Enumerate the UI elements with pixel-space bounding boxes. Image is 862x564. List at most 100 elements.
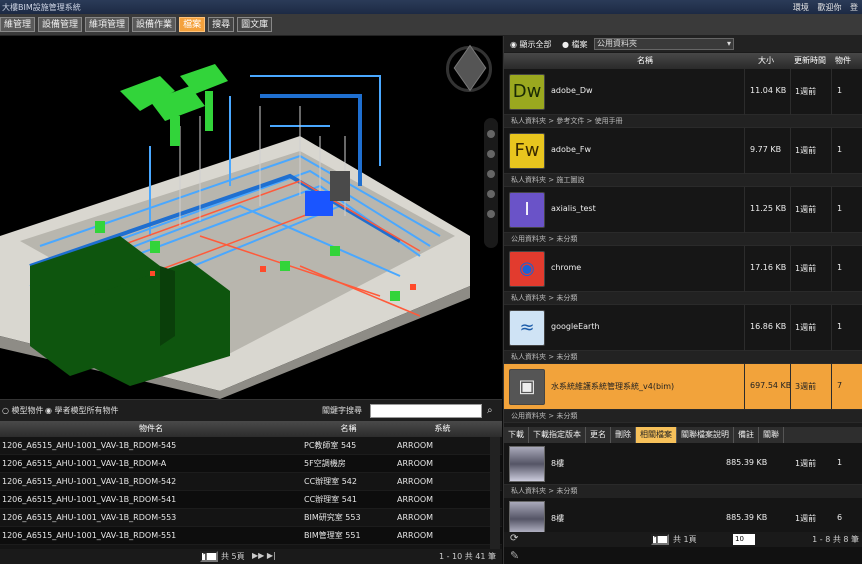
navigation-bar[interactable] xyxy=(484,118,498,248)
file-count: 1 xyxy=(837,204,843,213)
opt-all-objects[interactable]: ◉ 學者模型所有物件 xyxy=(45,405,119,416)
menu-item-2[interactable]: 維項管理 xyxy=(85,17,130,32)
file-type-icon: ▣ xyxy=(509,369,545,405)
file-size: 11.04 KB xyxy=(750,86,787,95)
cell-obj: 1206_A6515_AHU-1001_VAV-1B_RDOM-545 xyxy=(2,441,177,450)
refresh-icon[interactable]: ⟳ xyxy=(510,533,518,544)
file-thumbnail xyxy=(509,446,545,482)
search-icon[interactable]: ⌕ xyxy=(487,405,493,416)
cell-name: CC辦理室 542 xyxy=(304,477,357,486)
table-row[interactable]: 1206_A6515_AHU-1001_VAV-1B_RDOM-541 CC辦理室… xyxy=(0,491,502,509)
keyword-search-input[interactable] xyxy=(370,404,482,418)
opt-all-objects-label: 學者模型所有物件 xyxy=(54,406,119,415)
detail-tab-7[interactable]: 關聯 xyxy=(759,427,784,443)
col-file-time[interactable]: 更新時間 xyxy=(794,53,826,69)
chevron-down-icon: ▾ xyxy=(726,39,731,48)
paperclip-icon[interactable]: ✎ xyxy=(510,549,519,562)
file-count: 1 xyxy=(837,322,843,331)
table-row[interactable]: 1206_A6515_AHU-1001_VAV-1B_RDOM-542 CC辦理室… xyxy=(0,473,502,491)
user-link-env[interactable]: 環境 xyxy=(793,3,809,12)
file-page-input[interactable] xyxy=(651,534,669,545)
object-page-next[interactable]: ▶▶ ▶| xyxy=(252,551,276,560)
file-path-breadcrumb[interactable]: 私人資料夾 > 未分類 xyxy=(504,351,862,364)
column-divider xyxy=(790,187,791,233)
cell-system: ARROOM xyxy=(397,441,434,450)
object-panel-toolbar: ○ 模型物件 ◉ 學者模型所有物件 關鍵字搜尋 ⌕ xyxy=(0,399,502,421)
column-divider xyxy=(831,187,832,233)
folder-select[interactable]: 公用資料夾 ▾ xyxy=(594,38,734,50)
column-divider xyxy=(831,364,832,410)
related-file-list: 8樓 885.39 KB 1週前 1 私人資料夾 > 未分類 8樓 885.39 KB 1週前… xyxy=(504,443,862,540)
detail-tab-3[interactable]: 刪除 xyxy=(611,427,636,443)
cell-name: BIM管理室 551 xyxy=(304,531,361,540)
col-file-name[interactable]: 名稱 xyxy=(637,53,653,69)
detail-tabs: 下載 下載指定版本 更名 刪除 相關檔案 關聯檔案說明 備註 關聯 xyxy=(504,427,862,443)
menu-item-1[interactable]: 設備管理 xyxy=(38,17,83,32)
menu-item-4[interactable]: 檔案 xyxy=(179,17,206,32)
file-row[interactable]: ≈ googleEarth 16.86 KB 1週前 1 xyxy=(504,305,862,351)
ahu-shadow xyxy=(160,266,175,346)
file-path-breadcrumb[interactable]: 私人資料夾 > 參考文件 > 使用手冊 xyxy=(504,115,862,128)
file-path-breadcrumb[interactable]: 私人資料夾 > 施工圖說 xyxy=(504,174,862,187)
col-name[interactable]: 名稱 xyxy=(300,421,393,437)
menu-item-5[interactable]: 搜尋 xyxy=(208,17,235,32)
cell-obj: 1206_A6515_AHU-1001_VAV-1B_RDOM-541 xyxy=(2,495,177,504)
user-welcome: 歡迎你 xyxy=(817,3,842,12)
file-row[interactable]: Dw adobe_Dw 11.04 KB 1週前 1 xyxy=(504,69,862,115)
file-name: axialis_test xyxy=(551,204,596,213)
column-divider xyxy=(790,128,791,174)
file-count: 1 xyxy=(837,145,843,154)
opt-model-objects[interactable]: ○ 模型物件 xyxy=(2,405,44,416)
table-row[interactable]: 1206_A6515_AHU-1001_VAV-1B_RDOM-545 PC教師室… xyxy=(0,437,502,455)
bim-model-render[interactable] xyxy=(0,36,502,399)
cell-system: ARROOM xyxy=(397,495,434,504)
file-row[interactable]: Fw adobe_Fw 9.77 KB 1週前 1 xyxy=(504,128,862,174)
file-time: 3週前 xyxy=(795,382,817,391)
menu-item-0[interactable]: 維管理 xyxy=(0,17,36,32)
file-time: 1週前 xyxy=(795,87,817,96)
object-page-input[interactable] xyxy=(200,551,218,562)
col-file-count[interactable]: 物件 xyxy=(835,53,851,69)
file-type-icon: ◉ xyxy=(509,251,545,287)
col-object[interactable]: 物件名 xyxy=(0,421,300,437)
object-table-scrollbar[interactable] xyxy=(490,437,500,549)
file-path-breadcrumb[interactable]: 公用資料夾 > 未分類 xyxy=(504,233,862,246)
detail-tab-2[interactable]: 更名 xyxy=(586,427,611,443)
col-system[interactable]: 系統 xyxy=(393,421,488,437)
logout-link[interactable]: 登 xyxy=(850,3,858,12)
related-size: 885.39 KB xyxy=(726,513,768,522)
file-path-breadcrumb[interactable]: 公用資料夾 > 未分類 xyxy=(504,410,862,423)
orbit-icon[interactable] xyxy=(487,150,495,158)
menu-item-6[interactable]: 圖文庫 xyxy=(237,17,273,32)
cell-name: 5F空調機房 xyxy=(304,459,346,468)
filter-show-all[interactable]: ◉ 顯示全部 xyxy=(510,39,552,50)
table-row[interactable]: 1206_A6515_AHU-1001_VAV-1B_RDOM-551 BIM管理… xyxy=(0,527,502,545)
related-name: 8樓 xyxy=(551,514,565,523)
menu-item-3[interactable]: 設備作業 xyxy=(132,17,177,32)
detail-tab-1[interactable]: 下載指定版本 xyxy=(529,427,586,443)
column-divider xyxy=(790,305,791,351)
file-row[interactable]: ◉ chrome 17.16 KB 1週前 1 xyxy=(504,246,862,292)
file-path-breadcrumb[interactable]: 私人資料夾 > 未分類 xyxy=(504,292,862,305)
col-file-size[interactable]: 大小 xyxy=(758,53,774,69)
zoom-icon[interactable] xyxy=(487,170,495,178)
detail-tab-4[interactable]: 相關檔案 xyxy=(636,427,677,443)
related-path-breadcrumb[interactable]: 私人資料夾 > 未分類 xyxy=(504,485,862,498)
object-page-total: 共 5頁 xyxy=(221,552,245,561)
pan-icon[interactable] xyxy=(487,130,495,138)
keyword-label: 關鍵字搜尋 xyxy=(322,406,362,415)
detail-tab-6[interactable]: 備註 xyxy=(734,427,759,443)
per-page-select[interactable]: 10 xyxy=(733,534,755,545)
table-row[interactable]: 1206_A6515_AHU-1001_VAV-1B_RDOM-553 BIM研究… xyxy=(0,509,502,527)
bim-3d-viewport[interactable] xyxy=(0,36,502,399)
look-icon[interactable] xyxy=(487,190,495,198)
table-row[interactable]: 1206_A6515_AHU-1001_VAV-1B_RDOM-A 5F空調機房 A… xyxy=(0,455,502,473)
walk-icon[interactable] xyxy=(487,210,495,218)
detail-tab-0[interactable]: 下載 xyxy=(504,427,529,443)
file-row[interactable]: Iaxialis_test 11.25 KB 1週前 1 xyxy=(504,187,862,233)
filter-folder[interactable]: ● 檔案 xyxy=(562,39,588,50)
detail-tab-5[interactable]: 關聯檔案說明 xyxy=(677,427,734,443)
related-file-row[interactable]: 8樓 885.39 KB 1週前 1 xyxy=(504,443,862,485)
file-row[interactable]: ▣ 水系統維護系統管理系統_v4(bim) 697.54 KB 3週前 7 xyxy=(504,364,862,410)
app-title: 大樓BIM設施管理系統 xyxy=(2,3,81,12)
